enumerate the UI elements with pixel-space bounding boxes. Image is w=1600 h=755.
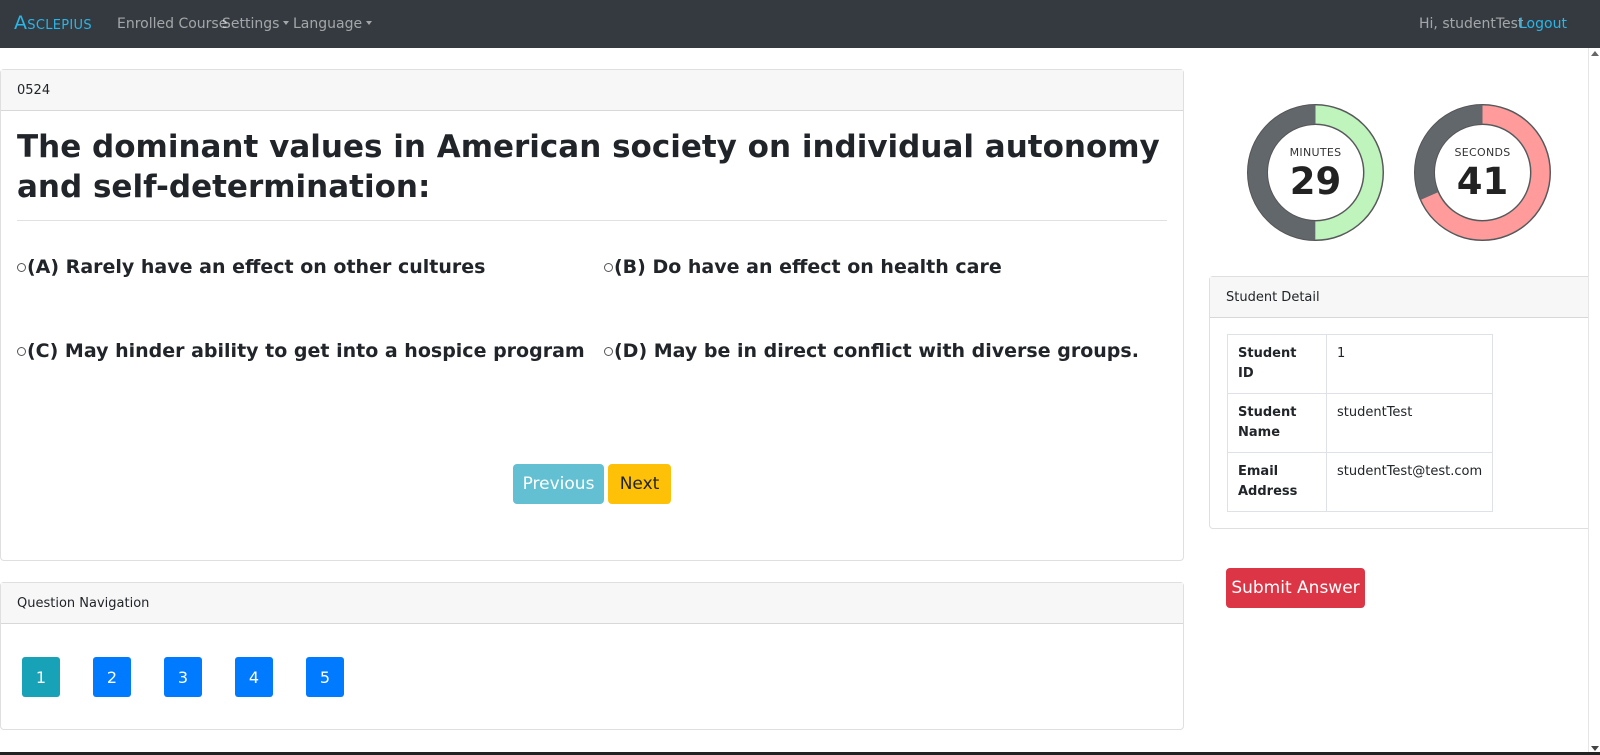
question-number-button[interactable]: 4 [235, 657, 273, 697]
option-d[interactable]: (D) May be in direct conflict with diver… [604, 340, 1139, 362]
option-d-label: (D) May be in direct conflict with diver… [614, 340, 1139, 362]
question-code: 0524 [17, 82, 51, 98]
seconds-timer: SECONDS 41 [1413, 103, 1552, 242]
table-row: Student Name studentTest [1227, 393, 1494, 453]
question-number-button[interactable]: 3 [164, 657, 202, 697]
student-id-label: Student ID [1227, 334, 1327, 394]
question-navigation-header: Question Navigation [1, 583, 1183, 624]
top-navbar: Asclepius Enrolled Course Settings Langu… [0, 0, 1600, 48]
question-number-button[interactable]: 5 [306, 657, 344, 697]
question-number-button[interactable]: 1 [22, 657, 60, 697]
nav-settings-label: Settings [222, 16, 280, 32]
student-detail-card: Student Detail Student ID 1 Student Name… [1209, 276, 1600, 529]
submit-answer-button[interactable]: Submit Answer [1226, 568, 1365, 608]
minutes-label: MINUTES [1289, 146, 1342, 159]
seconds-label: SECONDS [1454, 146, 1511, 159]
nav-language-label: Language [293, 16, 363, 32]
option-b[interactable]: (B) Do have an effect on health care [604, 256, 1002, 278]
nav-language-dropdown[interactable]: Language [293, 16, 373, 32]
radio-icon[interactable] [17, 262, 26, 272]
email-address-value: studentTest@test.com [1325, 452, 1494, 512]
email-address-label: Email Address [1227, 452, 1327, 512]
question-code-header: 0524 [1, 70, 1183, 111]
nav-enrolled-course[interactable]: Enrolled Course [117, 16, 227, 32]
radio-icon[interactable] [604, 262, 613, 272]
seconds-value: 41 [1456, 160, 1509, 203]
option-a-label: (A) Rarely have an effect on other cultu… [27, 256, 486, 278]
option-c[interactable]: (C) May hinder ability to get into a hos… [17, 340, 585, 362]
brand-logo[interactable]: Asclepius [14, 12, 92, 34]
student-name-value: studentTest [1325, 393, 1494, 453]
table-row: Student ID 1 [1227, 334, 1494, 394]
student-name-label: Student Name [1227, 393, 1327, 453]
nav-settings-dropdown[interactable]: Settings [222, 16, 290, 32]
caret-down-icon [283, 21, 290, 25]
user-greeting: Hi, studentTest [1419, 16, 1524, 32]
option-a[interactable]: (A) Rarely have an effect on other cultu… [17, 256, 485, 278]
student-detail-title: Student Detail [1226, 289, 1320, 305]
next-button[interactable]: Next [608, 464, 671, 504]
caret-down-icon [366, 21, 373, 25]
option-c-label: (C) May hinder ability to get into a hos… [27, 340, 585, 362]
divider [17, 220, 1167, 221]
scroll-up-arrow-icon[interactable] [1591, 51, 1599, 56]
student-detail-table: Student ID 1 Student Name studentTest Em… [1227, 334, 1494, 512]
question-number-button[interactable]: 2 [93, 657, 131, 697]
minutes-timer: MINUTES 29 [1246, 103, 1385, 242]
question-text: The dominant values in American society … [17, 129, 1160, 205]
student-detail-header: Student Detail [1210, 277, 1600, 318]
option-b-label: (B) Do have an effect on health care [614, 256, 1002, 278]
radio-icon[interactable] [17, 346, 26, 356]
scroll-down-arrow-icon[interactable] [1591, 746, 1599, 751]
previous-button[interactable]: Previous [513, 464, 604, 504]
minutes-value: 29 [1289, 160, 1342, 203]
question-navigation-title: Question Navigation [17, 595, 150, 611]
logout-link[interactable]: Logout [1519, 16, 1567, 32]
question-navigation-card: Question Navigation [0, 582, 1184, 730]
table-row: Email Address studentTest@test.com [1227, 452, 1494, 512]
radio-icon[interactable] [604, 346, 613, 356]
student-id-value: 1 [1325, 334, 1494, 394]
scrollbar[interactable] [1588, 48, 1600, 755]
